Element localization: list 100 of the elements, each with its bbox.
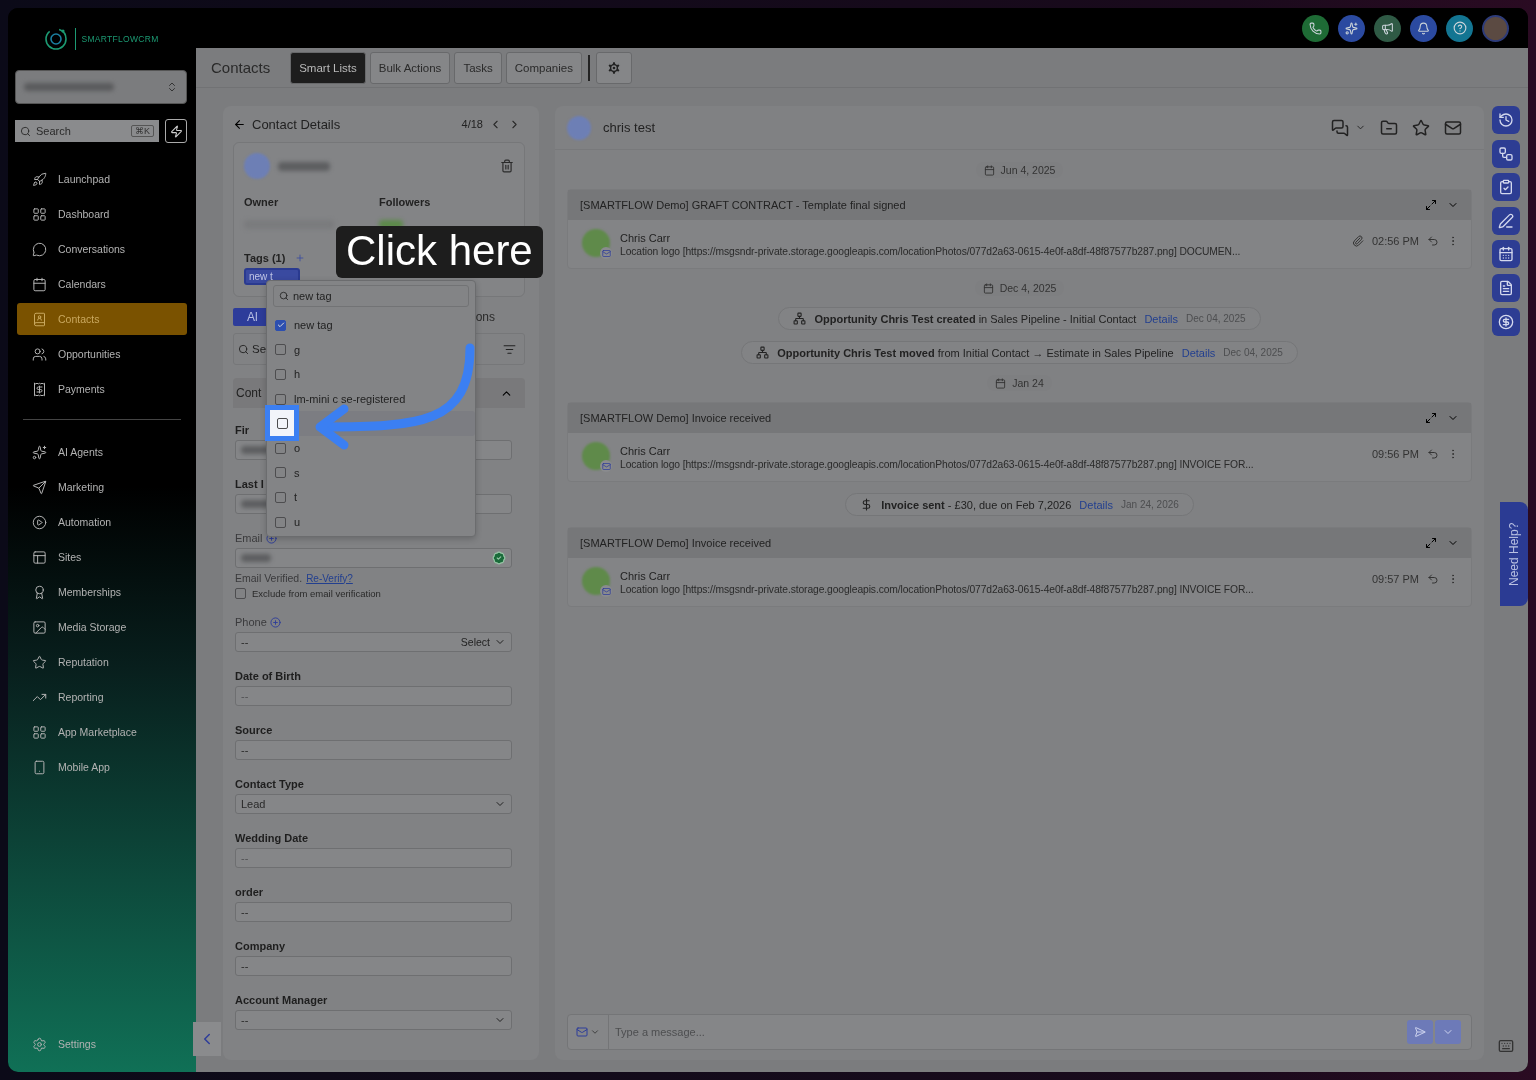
option-label[interactable]: t — [294, 491, 298, 504]
checkbox[interactable] — [275, 369, 286, 380]
nav-item[interactable]: Sites — [17, 541, 187, 573]
nav-icon — [32, 311, 47, 327]
input-field[interactable]: -- — [235, 956, 512, 976]
nav-item[interactable]: Marketing — [17, 471, 187, 503]
megaphone-button[interactable] — [1374, 14, 1401, 42]
avatar[interactable] — [1482, 14, 1509, 42]
rail-button[interactable] — [1492, 139, 1520, 168]
nav-item[interactable]: Launchpad — [17, 163, 187, 195]
details-link[interactable]: Details — [1079, 498, 1113, 511]
nav-item[interactable]: Calendars — [17, 268, 187, 300]
sparkle-icon — [1345, 21, 1358, 35]
add-icon[interactable] — [269, 616, 281, 628]
input-field[interactable]: -- — [235, 686, 512, 706]
rail-button[interactable] — [1492, 206, 1520, 235]
reply-icon[interactable] — [1427, 448, 1439, 460]
input-field[interactable]: -- — [235, 740, 512, 760]
help-button[interactable] — [1446, 14, 1473, 42]
input-field[interactable]: -- — [235, 848, 512, 868]
rail-button[interactable] — [1492, 106, 1520, 134]
workflow-icon — [1498, 145, 1514, 162]
option-label[interactable]: o — [294, 442, 301, 455]
nav-item[interactable]: Automation — [17, 506, 187, 538]
expand-icon[interactable] — [1425, 537, 1437, 549]
checkbox[interactable] — [276, 417, 288, 429]
chat-icon[interactable] — [1331, 118, 1349, 137]
expand-icon[interactable] — [1425, 199, 1437, 211]
keyboard-icon[interactable] — [1498, 1038, 1514, 1054]
nav-item[interactable]: Reputation — [17, 646, 187, 678]
settings-button[interactable] — [595, 51, 632, 84]
nav-item[interactable]: Dashboard — [17, 198, 187, 230]
option-label[interactable]: h — [294, 368, 301, 381]
collapse-button[interactable] — [193, 1022, 221, 1056]
checkbox[interactable] — [275, 319, 286, 331]
help-tab[interactable]: Need Help? — [1500, 502, 1528, 606]
option-label[interactable]: g — [294, 343, 301, 356]
rail-button[interactable] — [1492, 273, 1520, 302]
lightning-button[interactable] — [165, 119, 187, 143]
rail-button[interactable] — [1492, 307, 1520, 336]
reply-icon[interactable] — [1427, 235, 1439, 247]
expand-icon[interactable] — [1425, 412, 1437, 424]
nav-tab[interactable]: Smart Lists — [290, 51, 366, 84]
phone-field[interactable]: -- Select — [235, 632, 512, 652]
nav-item[interactable]: Settings — [17, 1028, 187, 1060]
reverify-link[interactable]: Re-Verify? — [306, 572, 353, 584]
details-link[interactable]: Details — [1181, 346, 1216, 359]
nav-tab[interactable]: Companies — [505, 51, 582, 84]
checkbox[interactable] — [275, 344, 286, 356]
option-label[interactable]: new tag — [294, 319, 333, 332]
checkbox[interactable] — [275, 467, 286, 479]
nav-item[interactable]: Opportunities — [17, 338, 187, 370]
email-subject: [SMARTFLOW Demo] GRAFT CONTRACT - Template final signed — [580, 199, 906, 211]
bell-button[interactable] — [1410, 14, 1437, 42]
rail-button[interactable] — [1492, 240, 1520, 269]
rail-button[interactable] — [1492, 173, 1520, 202]
search-field[interactable]: Search ⌘K — [15, 120, 159, 142]
nav-item[interactable]: Media Storage — [17, 611, 187, 643]
dropdown-field[interactable]: Lead — [235, 794, 512, 814]
checkbox[interactable] — [275, 442, 286, 454]
field-label: Email — [235, 532, 263, 544]
checkbox[interactable] — [235, 588, 246, 599]
star-icon[interactable] — [1412, 118, 1430, 137]
dropdown-field[interactable]: -- — [235, 1010, 512, 1030]
nav-tab[interactable]: Tasks — [454, 51, 502, 84]
search-field[interactable]: new tag — [273, 285, 469, 307]
nav-item[interactable]: Payments — [17, 373, 187, 405]
back-icon[interactable] — [233, 117, 246, 131]
option-label[interactable]: lm-mini c se-registered — [294, 393, 406, 406]
nav-item[interactable]: Conversations — [17, 233, 187, 265]
calendar-icon — [1498, 246, 1514, 263]
details-link[interactable]: Details — [1144, 312, 1179, 325]
folder-icon[interactable] — [1380, 118, 1398, 137]
option-label[interactable]: s — [294, 466, 300, 479]
sparkle-button[interactable] — [1338, 14, 1365, 42]
mail-icon[interactable] — [1444, 118, 1462, 137]
input-field[interactable]: -- — [235, 902, 512, 922]
send-button[interactable] — [1407, 1020, 1433, 1044]
search-icon — [238, 343, 249, 355]
filter-icon[interactable] — [503, 342, 516, 356]
callout-label: Click here — [336, 226, 543, 279]
sender-name: Chris Carr — [620, 231, 672, 244]
option-label[interactable]: u — [294, 516, 301, 529]
checkbox[interactable] — [275, 516, 286, 528]
panel-tab[interactable]: ons — [473, 308, 497, 326]
checkbox[interactable] — [275, 491, 286, 503]
nav-item[interactable]: App Marketplace — [17, 716, 187, 748]
phone-button[interactable] — [1302, 14, 1329, 42]
account-switcher[interactable] — [15, 70, 187, 104]
nav-item[interactable]: Reporting — [17, 681, 187, 713]
checkbox[interactable] — [275, 393, 286, 405]
nav-tab[interactable]: Bulk Actions — [369, 51, 451, 84]
nav-item[interactable]: Mobile App — [17, 751, 187, 783]
nav-item[interactable]: Contacts — [17, 303, 187, 335]
delete-button[interactable] — [500, 159, 514, 173]
reply-icon[interactable] — [1427, 573, 1439, 585]
followers-label: Followers — [379, 196, 432, 208]
nav-item[interactable]: AI Agents — [17, 436, 187, 468]
nav-item[interactable]: Memberships — [17, 576, 187, 608]
email-field[interactable] — [235, 548, 512, 568]
